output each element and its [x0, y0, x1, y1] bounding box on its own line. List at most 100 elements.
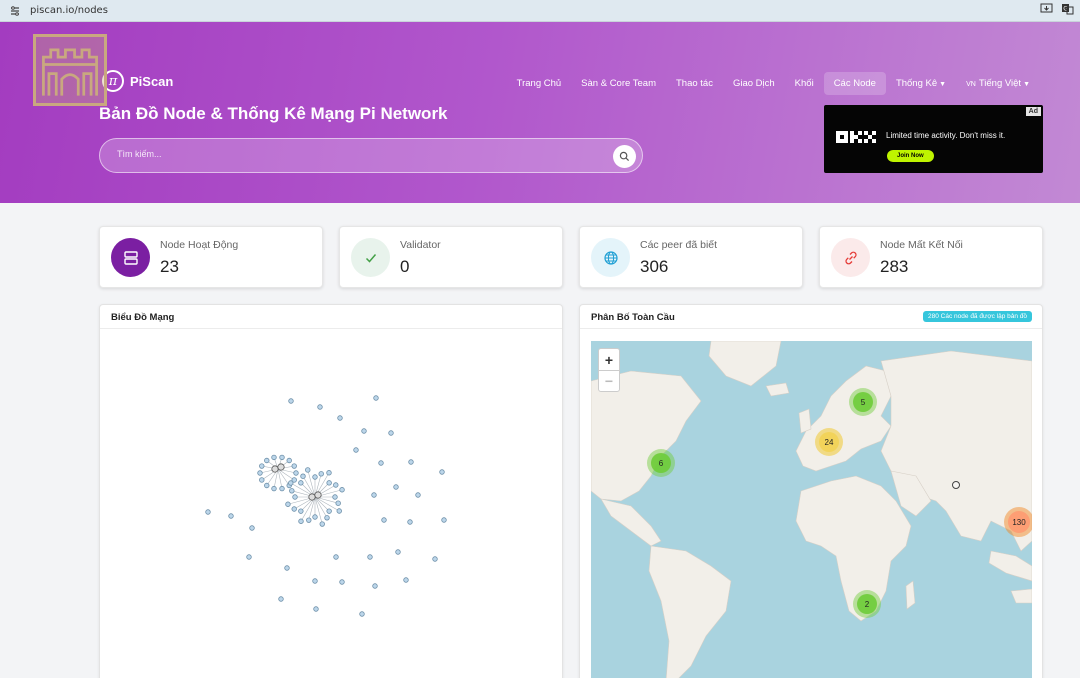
network-node[interactable] [305, 467, 311, 473]
network-node[interactable] [318, 471, 324, 477]
map-cluster[interactable]: 6 [647, 449, 675, 477]
world-map[interactable]: + − 5 24 6 130 2 [591, 341, 1032, 678]
zoom-in-button[interactable]: + [599, 349, 619, 370]
network-node[interactable] [359, 611, 365, 617]
network-node[interactable] [432, 556, 438, 562]
network-node[interactable] [378, 460, 384, 466]
network-node[interactable] [361, 428, 367, 434]
nav-item-statistics[interactable]: Thống Kê ▼ [886, 72, 956, 95]
network-node[interactable] [291, 506, 297, 512]
nav-item-blocks[interactable]: Khối [785, 72, 824, 95]
network-graph-canvas[interactable] [100, 329, 562, 678]
network-node[interactable] [306, 517, 312, 523]
network-node[interactable] [259, 477, 265, 483]
network-node[interactable] [324, 515, 330, 521]
network-node[interactable] [333, 482, 339, 488]
language-selector[interactable]: VN Tiếng Việt ▼ [956, 72, 1040, 95]
map-cluster[interactable]: 130 [1004, 507, 1032, 537]
network-node[interactable] [298, 508, 304, 514]
network-node[interactable] [286, 457, 292, 464]
nav-item-operations[interactable]: Thao tác [666, 72, 723, 95]
network-node[interactable] [259, 463, 265, 469]
network-node[interactable] [403, 577, 409, 583]
network-node[interactable] [353, 447, 359, 453]
network-node[interactable] [313, 606, 319, 612]
network-node[interactable] [308, 493, 316, 501]
brand[interactable]: π PiScan [102, 70, 173, 92]
network-node[interactable] [292, 494, 298, 500]
site-settings-icon[interactable] [8, 4, 22, 18]
network-node[interactable] [288, 480, 294, 486]
network-node[interactable] [228, 513, 234, 519]
network-node[interactable] [285, 501, 291, 507]
network-node[interactable] [326, 480, 332, 486]
map-single-node-marker[interactable] [952, 481, 960, 489]
map-cluster[interactable]: 2 [853, 590, 881, 618]
network-node[interactable] [291, 463, 297, 469]
nav-item-exchange-core-team[interactable]: Sàn & Core Team [571, 72, 666, 95]
network-node[interactable] [371, 492, 377, 498]
network-node[interactable] [246, 554, 252, 560]
nav-item-nodes[interactable]: Các Node [823, 72, 886, 95]
network-node[interactable] [288, 398, 294, 404]
network-node[interactable] [393, 484, 399, 490]
ad-cta-button[interactable]: Join Now [887, 150, 934, 162]
network-node[interactable] [312, 474, 318, 480]
network-node[interactable] [337, 415, 343, 421]
network-node[interactable] [300, 473, 306, 479]
network-node[interactable] [278, 596, 284, 602]
network-node[interactable] [339, 487, 345, 493]
network-node[interactable] [372, 583, 378, 589]
network-node[interactable] [319, 521, 325, 527]
network-node[interactable] [415, 492, 421, 498]
network-node[interactable] [264, 457, 270, 464]
network-node[interactable] [312, 578, 318, 584]
zoom-out-button[interactable]: − [599, 370, 619, 391]
install-app-icon[interactable] [1040, 3, 1053, 18]
url-text[interactable]: piscan.io/nodes [30, 5, 108, 16]
network-node[interactable] [205, 509, 211, 515]
network-node[interactable] [279, 485, 285, 492]
search-button[interactable] [613, 145, 636, 168]
network-node[interactable] [298, 480, 304, 486]
network-node[interactable] [441, 517, 447, 523]
network-node[interactable] [326, 508, 332, 514]
network-node[interactable] [388, 430, 394, 436]
network-node[interactable] [407, 519, 413, 525]
network-node[interactable] [336, 508, 342, 514]
network-node[interactable] [367, 554, 373, 560]
network-node[interactable] [271, 454, 277, 461]
network-node[interactable] [339, 579, 345, 585]
network-node[interactable] [314, 491, 322, 499]
network-node[interactable] [271, 485, 277, 492]
network-node[interactable] [284, 565, 290, 571]
network-node[interactable] [249, 525, 255, 531]
network-node[interactable] [373, 395, 379, 401]
network-node[interactable] [293, 470, 299, 476]
network-node[interactable] [317, 404, 323, 410]
network-node[interactable] [279, 454, 285, 461]
network-node[interactable] [312, 514, 318, 520]
network-node[interactable] [289, 488, 295, 494]
nav-item-transactions[interactable]: Giao Dịch [723, 72, 785, 95]
network-node[interactable] [408, 459, 414, 465]
advertisement-banner[interactable]: Ad Limited time activity. Don't miss it.… [824, 105, 1043, 173]
network-node[interactable] [257, 470, 263, 476]
nav-item-home[interactable]: Trang Chủ [507, 72, 572, 95]
network-node[interactable] [326, 470, 332, 476]
browser-address-bar[interactable]: piscan.io/nodes G [0, 0, 1080, 22]
map-cluster[interactable]: 5 [849, 388, 877, 416]
network-node[interactable] [395, 549, 401, 555]
network-node[interactable] [335, 500, 341, 506]
network-node[interactable] [271, 465, 279, 473]
network-node[interactable] [381, 517, 387, 523]
network-node[interactable] [298, 518, 304, 524]
network-node[interactable] [439, 469, 445, 475]
network-node[interactable] [264, 482, 270, 489]
network-node[interactable] [333, 554, 339, 560]
map-cluster[interactable]: 24 [815, 428, 843, 456]
search-input[interactable] [117, 149, 597, 159]
network-node[interactable] [277, 463, 285, 471]
network-node[interactable] [332, 494, 338, 500]
translate-icon[interactable]: G [1061, 3, 1074, 18]
